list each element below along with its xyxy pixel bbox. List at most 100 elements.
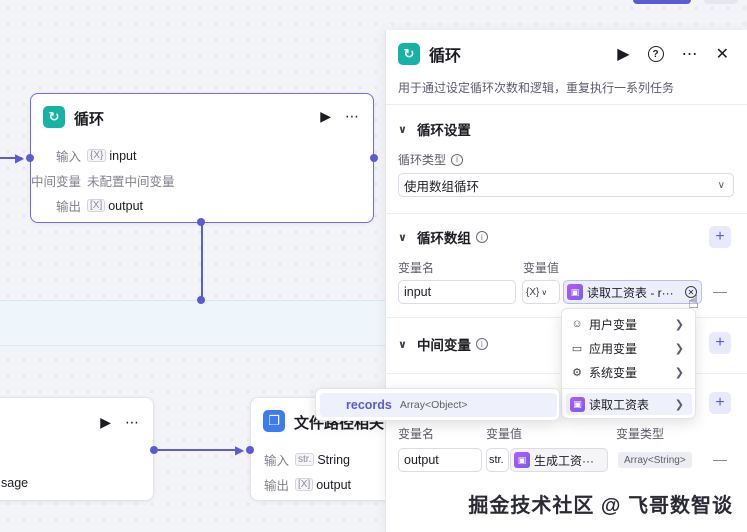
output-value: output xyxy=(108,198,143,213)
menu-item-label: 读取工资表 xyxy=(589,397,650,412)
remove-var-button[interactable]: — xyxy=(713,451,727,467)
loop-in-port[interactable] xyxy=(26,154,34,162)
menu-item-label: 应用变量 xyxy=(589,341,638,356)
llm-out-port[interactable] xyxy=(150,446,158,454)
node-icon: ▣ xyxy=(570,396,585,412)
more-icon[interactable]: ⋯ xyxy=(682,44,698,64)
info-icon[interactable]: i xyxy=(451,153,464,166)
col-var-value: 变量值 xyxy=(523,261,560,275)
node-icon: ▣ xyxy=(567,284,583,300)
col-var-type: 变量类型 xyxy=(616,427,665,441)
middle-var-label: 中间变量 xyxy=(30,175,81,189)
chevron-down-icon[interactable]: ∨ xyxy=(398,123,407,136)
loop-type-value: 使用数组循环 xyxy=(404,179,480,194)
loop-icon: ↻ xyxy=(398,43,420,65)
menu-item-app-vars[interactable]: ▭ 应用变量 ❯ xyxy=(566,337,692,359)
divider xyxy=(386,213,747,214)
object-type-tag: {X} xyxy=(526,286,540,298)
section-title: 中间变量 xyxy=(416,338,471,353)
col-var-value: 变量值 xyxy=(486,427,523,441)
array-type-tag: [X] xyxy=(295,478,314,491)
string-type-tag: str. xyxy=(295,453,315,466)
loop-body-start-port[interactable] xyxy=(197,218,205,226)
output-value-reference[interactable]: ▣ 生成工资··· xyxy=(510,448,608,472)
loop-settings-section[interactable]: ∨ 循环设置 xyxy=(398,119,471,139)
menu-item-label: 系统变量 xyxy=(589,365,638,380)
chevron-down-icon[interactable]: ∨ xyxy=(398,231,407,244)
chevron-right-icon: ❯ xyxy=(674,318,684,331)
variable-menu: ☺ 用户变量 ❯ ▭ 应用变量 ❯ ⚙ 系统变量 ❯ ▣ 读取工资表 ❯ xyxy=(561,308,696,419)
records-option[interactable]: records Array<Object> xyxy=(320,393,557,417)
loop-type-select[interactable]: 使用数组循环 ∨ xyxy=(398,173,734,197)
var-value-reference[interactable]: ▣ 读取工资表 - r··· ✕ xyxy=(563,280,702,304)
edge-to-file-node xyxy=(158,449,240,451)
reference-label: 生成工资··· xyxy=(534,453,594,468)
chevron-down-icon: ∨ xyxy=(717,179,725,191)
input-label: 输入 xyxy=(263,454,289,468)
remove-var-button[interactable]: — xyxy=(713,283,727,299)
menu-item-system-vars[interactable]: ⚙ 系统变量 ❯ xyxy=(566,361,692,383)
var-name-input[interactable]: input xyxy=(398,280,516,304)
edge-arrow-icon: ▶ xyxy=(15,151,25,165)
run-icon[interactable]: ▶ xyxy=(100,414,111,431)
run-icon[interactable]: ▶ xyxy=(320,108,331,125)
folder-icon: ▭ xyxy=(571,342,583,355)
menu-item-label: 用户变量 xyxy=(589,317,638,332)
loop-array-section[interactable]: ∨ 循环数组 i xyxy=(398,227,488,247)
section-title: 循环数组 xyxy=(416,231,471,246)
array-type-tag: [X] xyxy=(87,199,106,212)
divider xyxy=(562,388,695,389)
top-primary-button[interactable] xyxy=(633,0,691,4)
node-title: 循环 xyxy=(74,111,105,128)
close-icon[interactable]: ✕ xyxy=(716,44,729,64)
menu-item-user-vars[interactable]: ☺ 用户变量 ❯ xyxy=(566,313,692,335)
node-icon: ▣ xyxy=(514,452,530,468)
loop-body-port[interactable] xyxy=(197,296,205,304)
object-type-tag: {X} xyxy=(87,149,107,162)
file-icon: ❐ xyxy=(263,410,285,432)
chevron-right-icon: ❯ xyxy=(674,398,684,411)
more-icon[interactable]: ⋯ xyxy=(125,414,139,431)
info-icon[interactable]: i xyxy=(475,338,488,350)
loop-out-port[interactable] xyxy=(370,154,378,162)
run-icon[interactable]: ▶ xyxy=(617,44,629,64)
section-title: 循环设置 xyxy=(416,123,471,138)
add-middle-var-button[interactable]: + xyxy=(709,332,731,354)
reference-label: 读取工资表 - r··· xyxy=(587,285,674,300)
loop-config-panel: ↻ 循环 ▶ ? ⋯ ✕ 用于通过设定循环次数和逻辑，重复执行一系列任务 ∨ 循… xyxy=(385,30,747,532)
chevron-right-icon: ❯ xyxy=(674,342,684,355)
var-type-badge: Array<String> xyxy=(618,452,692,468)
output-name-input[interactable]: output xyxy=(398,448,482,472)
divider xyxy=(386,104,747,105)
loop-type-label: 循环类型 xyxy=(398,153,447,167)
input-value: String xyxy=(317,452,350,467)
top-secondary-button[interactable] xyxy=(704,0,738,4)
loop-node[interactable]: ↻ 循环 ▶ ⋯ 输入 {X} input 中间变量 未配置中间变量 输出 [X… xyxy=(30,93,374,223)
chevron-right-icon: ❯ xyxy=(674,366,684,379)
help-icon[interactable]: ? xyxy=(647,46,664,62)
output-label: 输出 xyxy=(55,200,81,214)
llm-node[interactable]: ▶ ⋯ sage xyxy=(0,397,154,501)
menu-item-read-salary[interactable]: ▣ 读取工资表 ❯ xyxy=(566,393,692,415)
records-submenu: records Array<Object> xyxy=(315,388,560,421)
more-icon[interactable]: ⋯ xyxy=(345,108,359,125)
output-value: output xyxy=(316,477,351,492)
chevron-down-icon[interactable]: ∨ xyxy=(398,338,407,351)
output-value: sage xyxy=(1,476,29,490)
middle-vars-section[interactable]: ∨ 中间变量 i xyxy=(398,334,488,354)
add-output-var-button[interactable]: + xyxy=(709,392,731,414)
add-array-var-button[interactable]: + xyxy=(709,226,731,248)
col-var-name: 变量名 xyxy=(398,427,435,441)
chevron-down-icon: ∨ xyxy=(541,287,548,297)
input-value: input xyxy=(109,148,137,163)
gear-icon: ⚙ xyxy=(572,366,582,379)
info-icon[interactable]: i xyxy=(475,231,488,243)
loop-body-edge xyxy=(201,222,203,299)
watermark: 掘金技术社区 @ 飞哥数智谈 xyxy=(468,495,733,517)
user-icon: ☺ xyxy=(571,318,583,330)
file-in-port[interactable] xyxy=(246,446,254,454)
panel-description: 用于通过设定循环次数和逻辑，重复执行一系列任务 xyxy=(398,81,675,95)
type-select[interactable]: {X} ∨ xyxy=(522,280,560,304)
type-select[interactable]: str. xyxy=(486,448,509,472)
middle-var-value: 未配置中间变量 xyxy=(87,175,175,189)
